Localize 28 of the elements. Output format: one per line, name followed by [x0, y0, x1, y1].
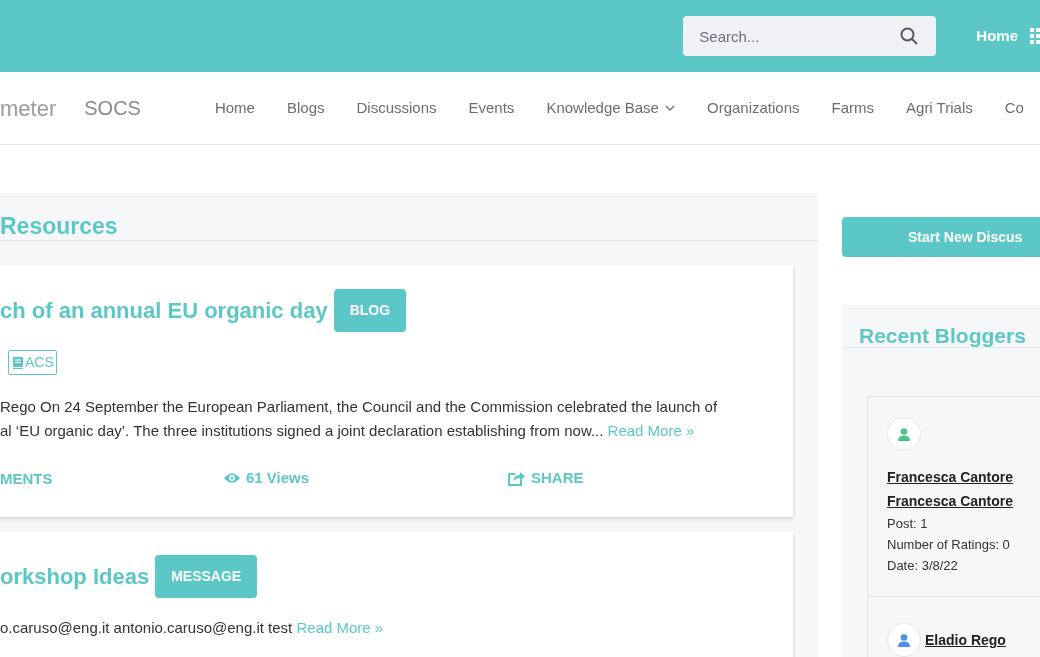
nav-link[interactable]: Organizations	[706, 96, 800, 120]
nav-link[interactable]: Co	[1004, 96, 1024, 120]
nav-link[interactable]: Home	[214, 96, 255, 120]
search-icon	[900, 27, 919, 45]
nav-link[interactable]: Knowledge Base	[546, 96, 675, 120]
logo-text: meter	[0, 94, 57, 123]
blogger-name-link[interactable]: Francesca Cantore	[887, 469, 1014, 485]
blogger-stat: Number of Ratings: 0	[887, 536, 1011, 554]
post-excerpt: o.caruso@eng.it antonio.caruso@eng.it test Read More »	[0, 617, 385, 638]
nav-link[interactable]: Agri Trials	[906, 96, 973, 120]
blogger-stat: Post: 1	[887, 515, 929, 533]
site-name: SOCS	[84, 96, 141, 121]
nav-link[interactable]: Blogs	[286, 96, 325, 120]
blogger-stat: Date: 3/8/22	[887, 557, 959, 575]
section-heading: Resources	[0, 193, 818, 241]
post-type-badge: MESSAGE	[155, 554, 258, 598]
nav-link[interactable]: Discussions	[356, 96, 437, 120]
book-icon	[11, 355, 25, 370]
share-icon	[508, 469, 526, 486]
post-type-badge: BLOG	[333, 289, 407, 332]
post-excerpt: Rego On 24 September the European Parliament, the Council and the Commission celebrated the launch of al ‘EU organic day’. The three institutions signed a joint declaration establishing from now... Read More »	[0, 396, 719, 441]
search-field[interactable]: Search...	[683, 16, 937, 56]
nav-link[interactable]: Farms	[831, 96, 875, 120]
nav-link[interactable]: Events	[468, 96, 515, 120]
blogger-name-link[interactable]: Francesca Cantore	[887, 493, 1014, 509]
blogger-name-link[interactable]: Eladio Rego	[925, 632, 1006, 648]
eye-icon	[223, 471, 241, 484]
panel-heading: Recent Bloggers	[842, 305, 1040, 348]
